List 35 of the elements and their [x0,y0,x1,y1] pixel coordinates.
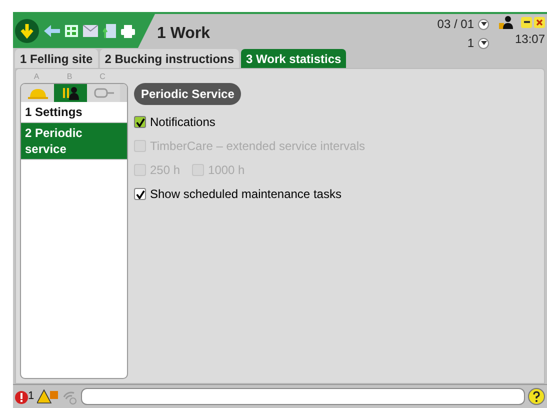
grid-icon[interactable] [65,25,78,37]
sidebar-tab[interactable] [54,84,87,102]
user-icon[interactable] [499,15,513,29]
column-letter: B [66,71,74,83]
document-icon[interactable] [103,24,116,38]
checkbox-label: Notifications [150,114,216,131]
error-count: 1 [28,389,34,404]
warning-icon[interactable] [37,389,60,404]
checkbox-label: Show scheduled maintenance tasks [150,186,342,203]
tab[interactable]: 2 Bucking instructions [100,49,240,68]
help-icon[interactable] [528,388,545,405]
clock-text: 13:07 [514,31,545,48]
download-icon[interactable] [15,19,39,43]
back-arrow-icon[interactable] [44,25,60,37]
operator-icon [60,86,80,100]
section-header: Periodic Service [134,83,242,105]
plug-icon [92,87,114,99]
column-letter: A [32,71,40,83]
tab[interactable]: 1 Felling site [15,49,98,68]
shift-text: 1 [467,35,474,52]
sidebar-item[interactable]: 2 Periodic service [21,123,127,160]
checkbox[interactable] [134,116,146,128]
date-text: 03 / 01 [437,16,474,33]
close-icon[interactable] [534,16,545,28]
window-title: 1 Work [157,24,210,44]
mail-icon[interactable] [83,25,98,37]
tab[interactable]: 3 Work statistics [241,49,346,68]
column-letter: C [98,71,106,83]
helmet-icon [28,87,48,99]
checkbox[interactable] [134,188,146,200]
error-icon[interactable] [15,390,28,405]
minimize-button[interactable] [521,16,532,28]
dropdown-icon[interactable] [478,18,489,30]
message-field[interactable] [81,388,525,405]
dropdown-icon[interactable] [478,38,489,48]
